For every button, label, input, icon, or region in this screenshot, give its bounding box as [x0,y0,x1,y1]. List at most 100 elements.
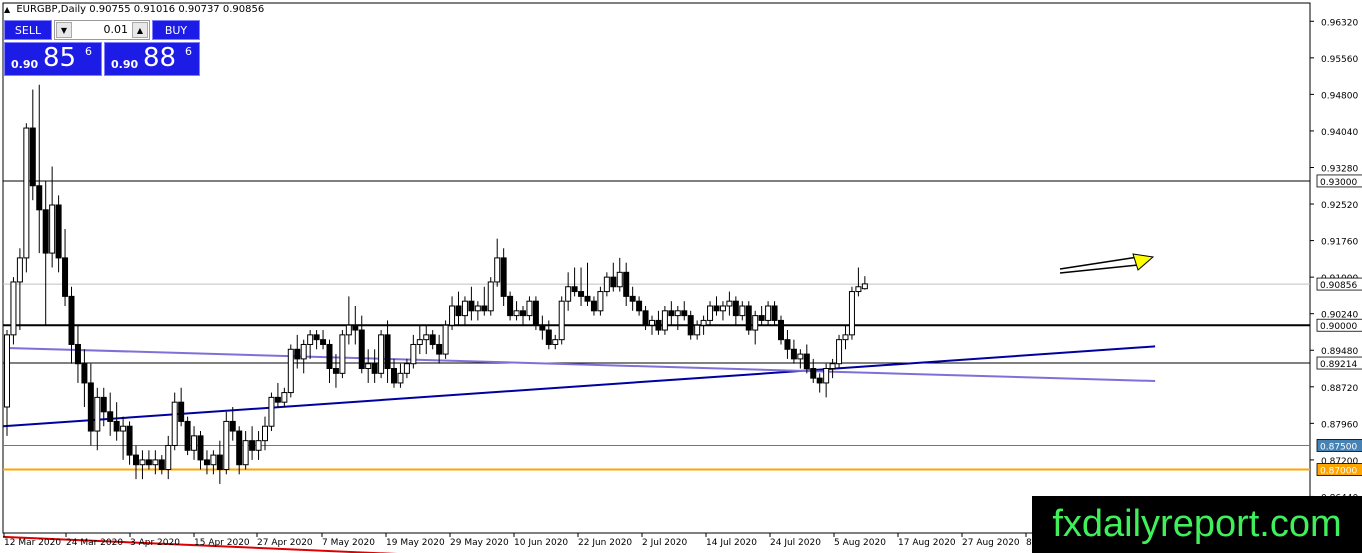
candle-body-bullish [765,305,772,321]
symbol-name: EURGBP,Daily [16,4,87,15]
candle-body-bullish [365,363,372,370]
candle-body-bullish [487,281,494,312]
time-tick-label: 27 Apr 2020 [257,538,313,548]
time-tick-label: 17 Aug 2020 [898,538,956,548]
candle [848,286,855,340]
candle-body-bullish [558,300,565,341]
candle-body-bearish [500,257,507,297]
price-tick-label: 0.87960 [1321,420,1358,430]
sell-price-display[interactable]: 0.90 85 6 [4,42,102,76]
candle [23,123,30,273]
candle-body-bearish [655,319,662,331]
candle-body-bearish [326,343,333,370]
price-tick-label: 0.93280 [1321,164,1358,174]
candle-body-bullish [94,396,101,432]
time-tick-label: 5 Aug 2020 [834,538,886,548]
candle-body-bearish [55,204,62,259]
candle-body-bullish [281,392,288,403]
price-tick-label: 0.89480 [1321,347,1358,357]
candle-body-bullish [139,459,146,466]
candle-body-bearish [532,300,539,326]
candle-body-bullish [23,127,30,259]
time-tick-label: 19 May 2020 [386,538,445,548]
sell-price-pips: 85 [43,43,77,73]
candle-body-bullish [649,319,655,326]
candle-body-bullish [300,343,307,360]
sell-price-fraction: 6 [85,45,92,58]
candle-body-bearish [436,343,443,355]
candle-body-bullish [674,310,681,317]
time-tick-label: 29 May 2020 [450,538,509,548]
candle [687,310,694,340]
candle-body-bearish [113,420,120,432]
candle-body-bearish [732,300,739,317]
candle-body-bullish [339,334,346,374]
lot-increase-icon[interactable]: ▲ [132,22,148,38]
time-tick-label: 15 Apr 2020 [194,538,250,548]
candle-body-bearish [313,334,320,341]
buy-price-display[interactable]: 0.90 88 6 [104,42,200,76]
candle [778,315,784,345]
candle-body-bullish [423,334,430,341]
candle-body-bearish [629,295,636,302]
candle-body-bullish [461,300,468,317]
candle-body-bullish [49,204,56,254]
candle-body-bearish [358,329,365,370]
candle-body-bearish [571,286,578,293]
candle-body-bullish [242,440,249,466]
candle-body-bearish [803,353,810,370]
candle-body-bullish [739,305,746,317]
candle-body-bullish [403,363,410,374]
candle-body-bullish [565,286,572,302]
candle-body-bullish [726,300,733,307]
candle [836,334,843,369]
one-click-trading-panel: SELL ▼ 0.01 ▲ BUY 0.90 85 6 0.90 88 6 [4,20,200,76]
candle-body-bearish [778,319,784,341]
buy-button[interactable]: BUY [152,20,200,40]
candle-body-bearish [384,334,391,370]
candle-body-bearish [107,411,114,422]
candle-body-bullish [397,372,404,384]
candle-body-bearish [29,127,36,187]
sell-price-prefix: 0.90 [11,58,39,71]
price-tick-label: 0.91760 [1321,238,1358,248]
collapse-triangle-icon[interactable]: ▲ [4,5,10,14]
buy-price-prefix: 0.90 [111,58,139,71]
candle-body-bullish [855,286,862,293]
candle-body-bearish [74,343,81,365]
candle [745,301,752,335]
watermark-logo: fxdailyreport.com [1032,496,1362,553]
lot-size-field[interactable]: ▼ 0.01 ▲ [54,20,150,40]
candle [597,286,604,316]
level-price-tag: 0.89214 [1320,360,1357,370]
sell-button[interactable]: SELL [4,20,52,40]
candle-body-bullish [719,305,726,312]
lot-decrease-icon[interactable]: ▼ [56,22,72,38]
candle [184,416,191,456]
candle-body-bullish [191,435,198,451]
time-tick-label: 10 Jun 2020 [514,538,568,548]
candle-body-bearish [87,382,94,432]
candle-body-bullish [700,319,707,326]
time-tick-label: 12 Mar 2020 [4,538,61,548]
candle-body-bearish [455,305,462,317]
candle-body-bullish [378,334,385,374]
candle [223,411,230,475]
price-chart[interactable]: 0.96320 0.95560 0.94800 0.94040 0.93280 0.925… [0,0,1362,553]
price-tick-label: 0.88720 [1321,384,1358,394]
price-tick-label: 0.94040 [1321,128,1358,138]
candle-body-bullish [171,401,178,446]
candle-body-bullish [707,305,714,321]
candle-body-bearish [62,257,69,297]
candle-body-bullish [661,310,668,331]
candle-body-bullish [16,257,23,283]
lot-size-value[interactable]: 0.01 [73,23,131,36]
candle-body-bearish [816,377,823,384]
candle-body-bearish [545,329,552,345]
candle-body-bearish [790,348,797,360]
candle-body-bearish [481,305,488,312]
candle-body-bearish [578,291,585,297]
candle-body-bullish [10,281,17,336]
buy-price-pips: 88 [143,43,177,73]
candle-body-bullish [120,425,127,432]
